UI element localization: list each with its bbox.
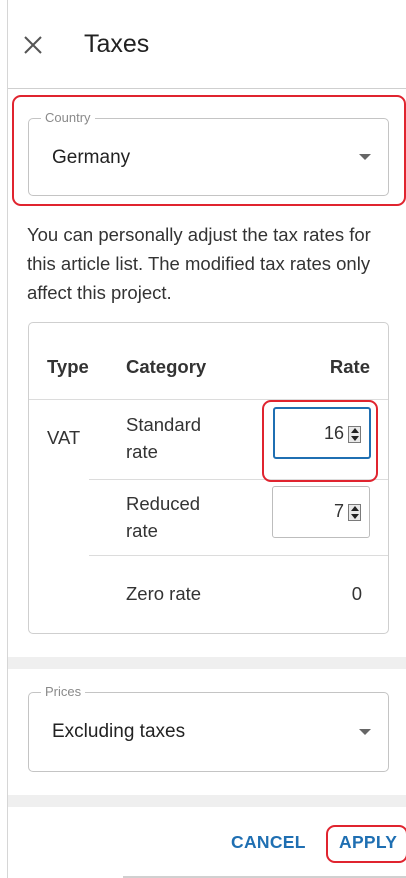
prices-label: Prices (41, 684, 86, 700)
standard-rate-input[interactable]: 16 (273, 407, 371, 459)
panel-header: Taxes (8, 0, 406, 89)
row-divider (89, 479, 388, 480)
chevron-down-icon (359, 154, 371, 160)
country-value: Germany (52, 147, 131, 168)
prices-select[interactable]: Prices Excluding taxes (28, 684, 389, 772)
section-divider (8, 657, 406, 669)
apply-button[interactable]: APPLY (339, 832, 397, 853)
close-button[interactable] (22, 34, 44, 56)
row-divider (89, 555, 388, 556)
prices-value: Excluding taxes (52, 721, 186, 742)
taxes-panel: Taxes Country Germany You can personally… (7, 0, 406, 878)
chevron-down-icon (359, 729, 371, 735)
column-header-rate: Rate (329, 356, 370, 377)
spinner-icon[interactable] (348, 504, 361, 521)
tax-rates-table: Type Category Rate VAT Standard rate 16 … (28, 322, 389, 634)
page-title: Taxes (84, 30, 150, 58)
country-label: Country (41, 110, 95, 126)
row-category: Standard rate (126, 414, 202, 462)
country-select[interactable]: Country Germany (28, 110, 389, 196)
cancel-button[interactable]: CANCEL (231, 832, 306, 853)
section-divider (8, 795, 406, 807)
reduced-rate-input[interactable]: 7 (272, 486, 370, 538)
row-type: VAT (47, 427, 81, 448)
column-header-type: Type (47, 356, 89, 377)
rate-value: 0 (351, 583, 362, 604)
row-category: Zero rate (126, 583, 202, 604)
spinner-icon[interactable] (348, 426, 361, 443)
rate-value: 7 (333, 501, 344, 521)
info-text: You can personally adjust the tax rates … (27, 224, 371, 303)
rate-value: 16 (323, 423, 344, 443)
column-header-category: Category (126, 356, 207, 377)
row-divider (29, 399, 388, 400)
row-category: Reduced rate (126, 493, 201, 541)
close-icon (24, 36, 42, 54)
